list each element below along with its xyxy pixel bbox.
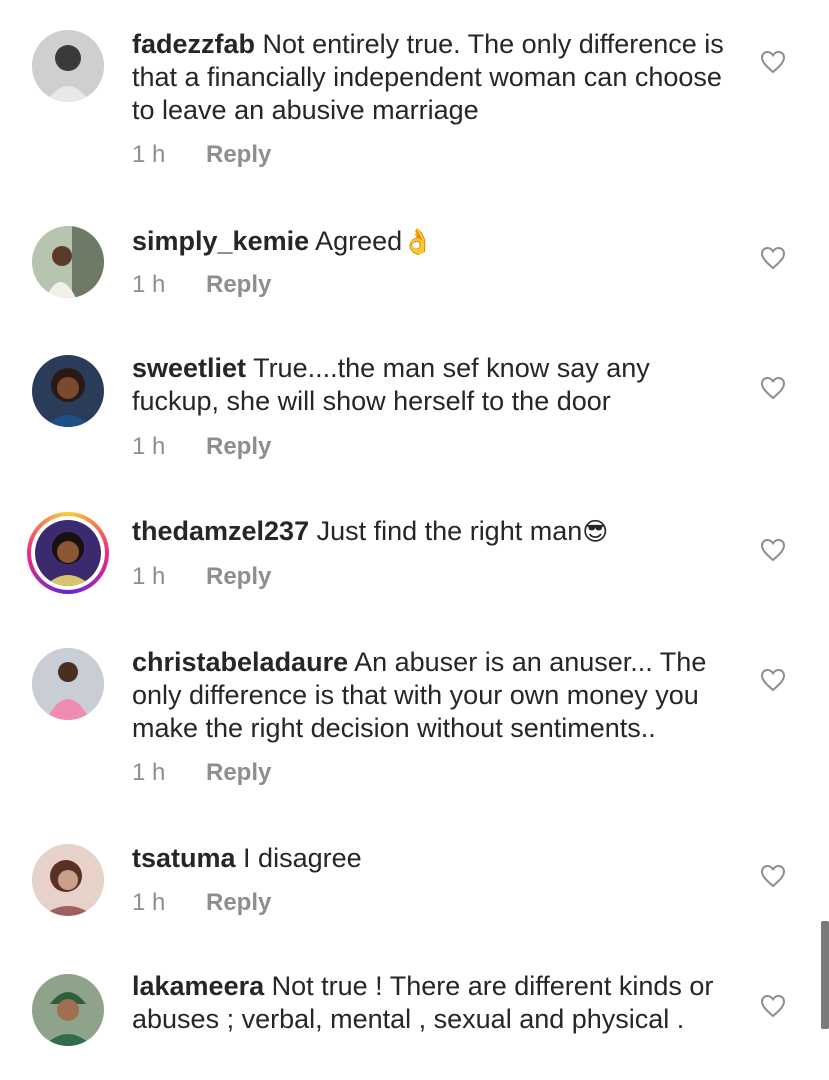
comment-username[interactable]: fadezzfab (132, 29, 255, 59)
reply-button[interactable]: Reply (206, 889, 271, 916)
comment-body: Agreed (315, 226, 403, 256)
comment-meta: 1 h Reply (132, 271, 271, 299)
comment-username[interactable]: sweetliet (132, 353, 246, 383)
comment-meta: 1 h Reply (132, 889, 271, 917)
sunglasses-emoji: 😎 (582, 517, 609, 546)
avatar[interactable] (32, 226, 104, 298)
comment-meta: 1 h Reply (132, 759, 271, 787)
comment-text: sweetliet True....the man sef know say a… (132, 352, 742, 418)
comment-username[interactable]: christabeladaure (132, 647, 348, 677)
avatar-ring-inner (31, 516, 105, 590)
comment-text: simply_kemie Agreed👌 (132, 225, 742, 258)
scrollbar[interactable] (821, 921, 829, 1029)
comment-time: 1 h (132, 141, 166, 168)
comment-text: christabeladaure An abuser is an anuser.… (132, 646, 742, 745)
comment-time: 1 h (132, 563, 166, 590)
avatar-story-ring[interactable] (27, 512, 109, 594)
reply-button[interactable]: Reply (206, 433, 271, 460)
comment-text: lakameera Not true ! There are different… (132, 970, 742, 1036)
heart-outline-icon[interactable] (760, 538, 786, 562)
ok-hand-emoji: 👌 (402, 227, 434, 256)
reply-button[interactable]: Reply (206, 563, 271, 590)
heart-outline-icon[interactable] (760, 864, 786, 888)
heart-outline-icon[interactable] (760, 50, 786, 74)
comment-meta: 1 h Reply (132, 433, 271, 461)
comment-text: thedamzel237 Just find the right man😎 (132, 515, 742, 548)
avatar (35, 520, 101, 586)
reply-button[interactable]: Reply (206, 759, 271, 786)
comment-time: 1 h (132, 433, 166, 460)
comment-meta: 1 h Reply (132, 563, 271, 591)
comment-time: 1 h (132, 759, 166, 786)
avatar[interactable] (32, 355, 104, 427)
avatar[interactable] (32, 648, 104, 720)
comment-body: Just find the right man (316, 516, 583, 546)
comment-text: tsatuma I disagree (132, 842, 742, 875)
comment-username[interactable]: simply_kemie (132, 226, 309, 256)
comment-meta: 1 h Reply (132, 141, 271, 169)
comment-time: 1 h (132, 889, 166, 916)
comment-username[interactable]: lakameera (132, 971, 264, 1001)
avatar[interactable] (32, 974, 104, 1046)
heart-outline-icon[interactable] (760, 668, 786, 692)
comment-username[interactable]: tsatuma (132, 843, 236, 873)
comment-body: I disagree (243, 843, 362, 873)
heart-outline-icon[interactable] (760, 376, 786, 400)
avatar[interactable] (32, 844, 104, 916)
reply-button[interactable]: Reply (206, 141, 271, 168)
heart-outline-icon[interactable] (760, 246, 786, 270)
comment-text: fadezzfab Not entirely true. The only di… (132, 28, 742, 127)
heart-outline-icon[interactable] (760, 994, 786, 1018)
reply-button[interactable]: Reply (206, 271, 271, 298)
comment-time: 1 h (132, 271, 166, 298)
comment-username[interactable]: thedamzel237 (132, 516, 309, 546)
avatar[interactable] (32, 30, 104, 102)
